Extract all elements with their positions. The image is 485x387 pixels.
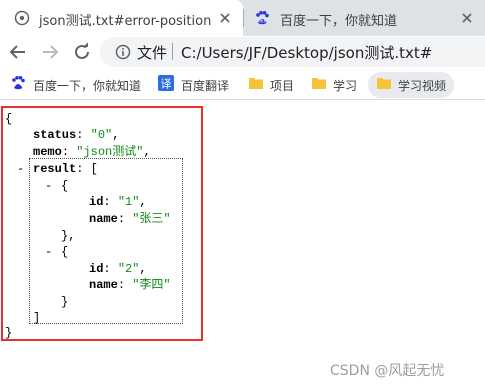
json-line-id: id: "2",	[89, 262, 147, 276]
json-object-close: }	[61, 295, 69, 309]
json-key: name	[89, 278, 118, 292]
close-icon[interactable]	[460, 11, 474, 25]
svg-text:译: 译	[161, 78, 172, 91]
svg-text:du: du	[259, 19, 265, 25]
watermark: CSDN @风起无忧	[330, 363, 445, 379]
tab-json-file[interactable]: json测试.txt#error-position	[0, 0, 243, 36]
json-string: "json测试"	[76, 145, 144, 159]
back-arrow-icon[interactable]	[8, 42, 28, 62]
close-icon[interactable]	[218, 11, 232, 25]
bookmark-folder-projects[interactable]: 项目	[270, 77, 294, 94]
json-object-open: {	[61, 179, 69, 193]
json-close-brace: }	[5, 326, 13, 340]
json-line-name: name: "李四"	[89, 278, 171, 292]
json-line-memo: memo: "json测试",	[33, 145, 151, 159]
tab-title: json测试.txt#error-position	[39, 14, 212, 29]
json-key: result	[33, 162, 77, 176]
json-open-brace: {	[5, 112, 13, 126]
collapse-toggle[interactable]: -	[17, 162, 24, 176]
tab-strip: json测试.txt#error-position du 百度一下，你就知道	[0, 0, 485, 36]
bookmark-folder-study-videos[interactable]: 学习视频	[398, 77, 446, 94]
omnibox-scheme-label: 文件	[137, 44, 168, 62]
json-object-close: },	[61, 229, 76, 243]
json-string: "2"	[117, 262, 140, 276]
folder-icon	[377, 78, 391, 89]
json-key: id	[89, 262, 104, 276]
json-line-status: status: "0",	[33, 128, 120, 142]
collapse-toggle[interactable]: -	[45, 179, 52, 193]
omnibox-divider	[172, 43, 173, 60]
json-string: "0"	[90, 128, 113, 142]
collapse-toggle[interactable]: -	[45, 245, 52, 259]
json-string: "李四"	[132, 278, 171, 292]
json-key: memo	[33, 145, 62, 159]
folder-icon	[312, 78, 326, 89]
json-object-open: {	[61, 245, 69, 259]
folder-icon	[249, 78, 263, 89]
json-key: id	[89, 195, 104, 209]
json-line-id: id: "1",	[89, 195, 147, 209]
bookmark-baidu-translate[interactable]: 百度翻译	[181, 77, 229, 94]
json-line-result: result: [	[33, 162, 98, 176]
translate-icon: 译	[158, 75, 174, 91]
json-open-bracket: [	[90, 162, 98, 176]
url-text[interactable]: C:/Users/JF/Desktop/json测试.txt#	[181, 42, 432, 63]
baidu-paw-icon	[12, 76, 25, 90]
json-string: "1"	[117, 195, 140, 209]
json-close-bracket: ]	[33, 311, 41, 325]
json-line-name: name: "张三"	[89, 212, 171, 226]
json-string: "张三"	[132, 212, 171, 226]
forward-arrow-icon[interactable]	[40, 42, 60, 62]
baidu-paw-icon: du	[256, 11, 269, 25]
json-key: status	[33, 128, 77, 142]
bookmark-folder-study[interactable]: 学习	[333, 77, 357, 94]
tab-title: 百度一下，你就知道	[280, 14, 398, 29]
globe-icon	[14, 10, 30, 26]
info-icon[interactable]	[115, 44, 131, 60]
bookmark-baidu[interactable]: 百度一下，你就知道	[33, 77, 141, 94]
json-key: name	[89, 212, 118, 226]
reload-icon[interactable]	[72, 42, 92, 62]
tab-baidu[interactable]: du 百度一下，你就知道	[244, 0, 485, 36]
